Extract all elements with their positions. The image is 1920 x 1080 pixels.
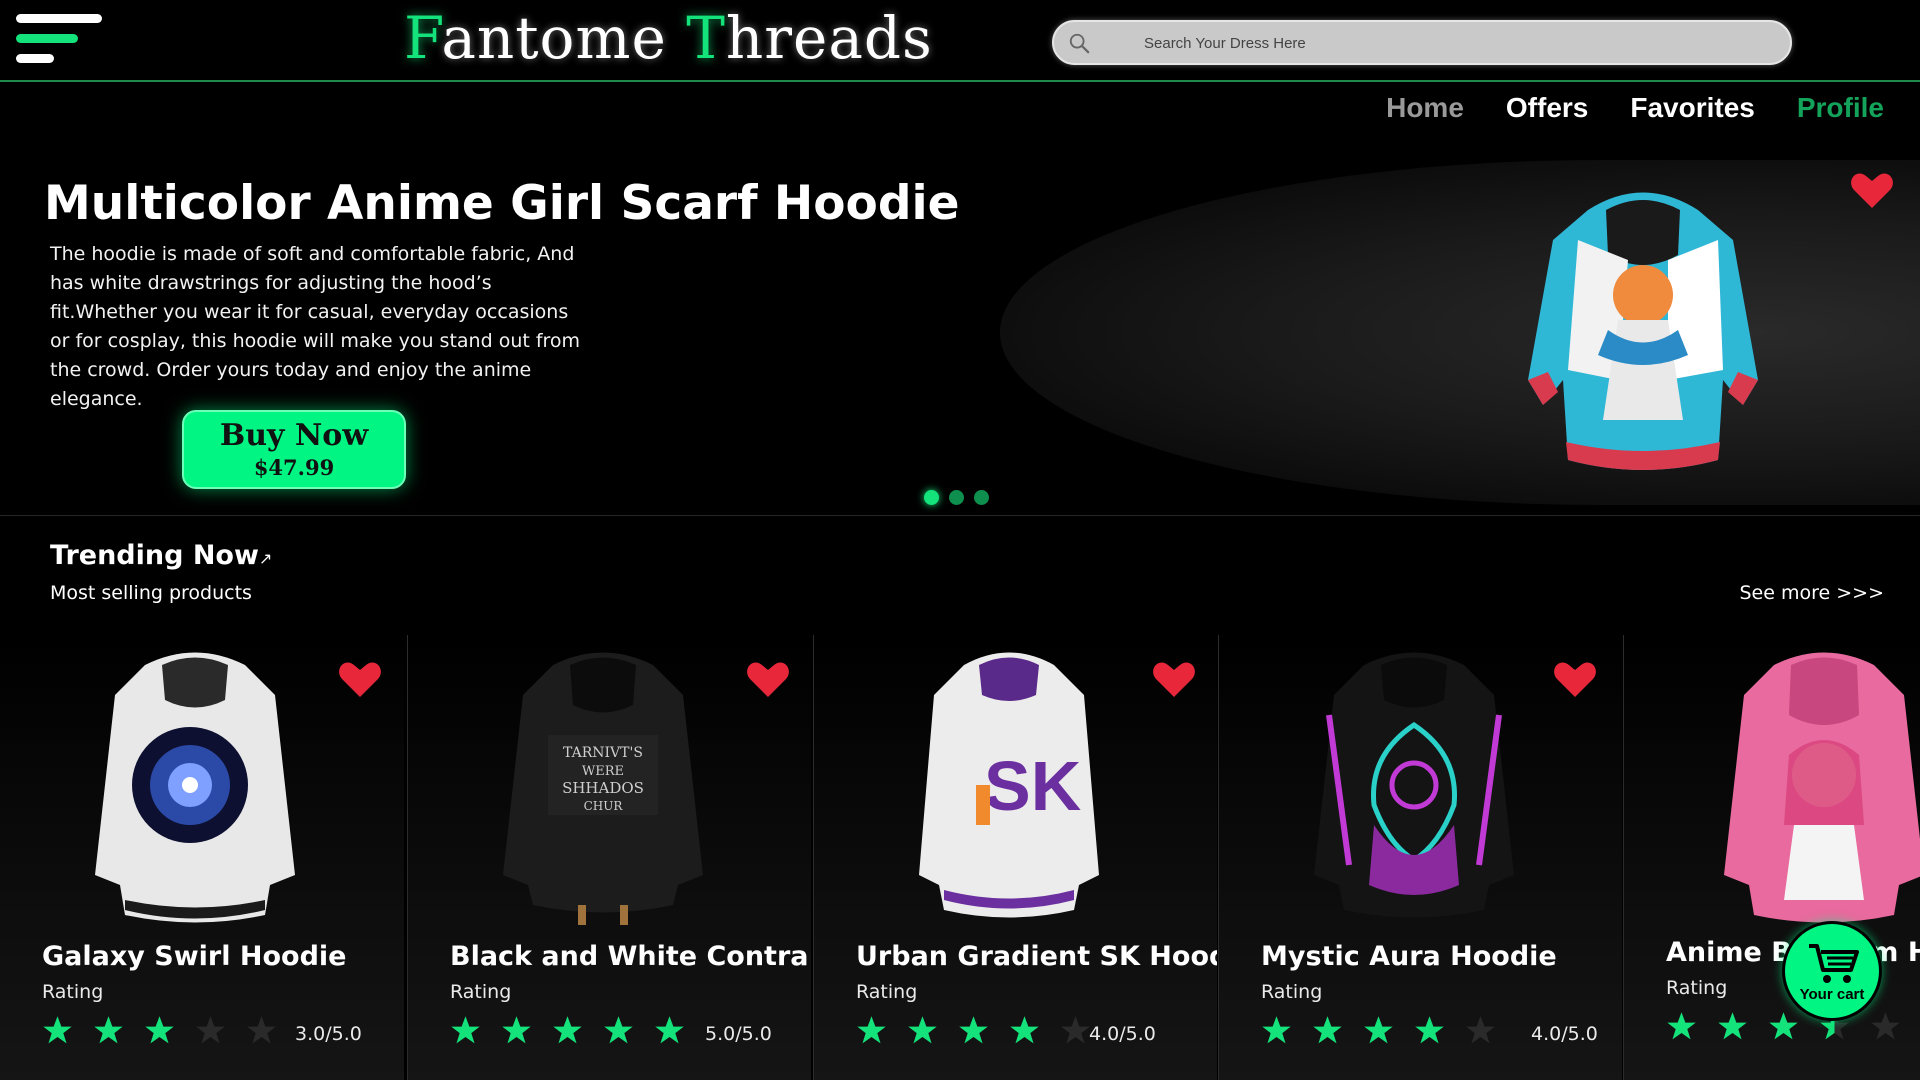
product-card[interactable]: Anime Blossom Hoodie Rating	[1623, 635, 1920, 1080]
rating-label: Rating	[42, 981, 104, 1003]
trending-subtitle: Most selling products	[50, 582, 252, 604]
star-icon	[1466, 1016, 1495, 1044]
star-icon	[1718, 1012, 1747, 1040]
star-icon	[1313, 1016, 1342, 1044]
rating-stars	[856, 1015, 1091, 1046]
product-name: Urban Gradient SK Hoodie	[856, 941, 1217, 972]
star-icon	[1364, 1016, 1393, 1044]
nav-favorites[interactable]: Favorites	[1630, 92, 1755, 124]
star-icon	[1061, 1016, 1090, 1044]
product-image: TARNIVT'S WERE SHHADOS CHUR	[503, 652, 703, 925]
cart-label: Your cart	[1799, 986, 1865, 1003]
rating-score: 4.0/5.0	[1089, 1023, 1156, 1045]
buy-now-label: Buy Now	[219, 418, 369, 453]
star-icon	[1010, 1016, 1039, 1044]
rating-label: Rating	[450, 981, 512, 1003]
star-icon	[502, 1016, 531, 1044]
hamburger-menu-icon[interactable]	[16, 14, 106, 66]
carousel-dot-3[interactable]	[974, 490, 989, 505]
rating-stars	[42, 1015, 277, 1046]
svg-text:TARNIVT'S: TARNIVT'S	[563, 745, 643, 761]
star-icon	[451, 1016, 480, 1044]
star-icon	[655, 1016, 684, 1044]
favorite-heart-icon[interactable]	[338, 659, 382, 699]
svg-text:WERE: WERE	[582, 764, 624, 779]
favorite-heart-icon[interactable]	[1152, 659, 1196, 699]
star-icon	[1262, 1016, 1291, 1044]
carousel-dot-2[interactable]	[949, 490, 964, 505]
rating-stars	[1261, 1015, 1496, 1046]
svg-text:CHUR: CHUR	[584, 799, 624, 813]
brand-logo[interactable]: Fantome Threads	[404, 4, 933, 74]
cart-button[interactable]: Your cart	[1782, 921, 1882, 1021]
rating-stars	[1666, 1011, 1901, 1042]
star-icon	[196, 1016, 225, 1044]
rating-label: Rating	[1666, 977, 1728, 999]
nav-profile[interactable]: Profile	[1797, 92, 1884, 124]
product-image	[1724, 652, 1920, 923]
star-icon	[1667, 1012, 1696, 1040]
search-icon[interactable]	[1068, 32, 1090, 54]
star-icon	[145, 1016, 174, 1044]
svg-text:SHHADOS: SHHADOS	[562, 779, 644, 797]
favorite-heart-icon[interactable]	[1850, 170, 1894, 210]
star-icon	[247, 1016, 276, 1044]
star-icon	[94, 1016, 123, 1044]
section-divider	[0, 515, 1920, 516]
hero-spotlight	[1000, 160, 1920, 505]
star-icon	[857, 1016, 886, 1044]
nav-home[interactable]: Home	[1386, 92, 1464, 124]
star-icon	[1871, 1012, 1900, 1040]
product-card[interactable]: Galaxy Swirl Hoodie Rating 3.0/5.0	[0, 635, 404, 1080]
buy-now-price: $47.99	[253, 455, 335, 480]
star-icon	[908, 1016, 937, 1044]
search-bar	[1052, 20, 1792, 65]
rating-score: 3.0/5.0	[295, 1023, 362, 1045]
product-list: Galaxy Swirl Hoodie Rating 3.0/5.0 TARNI…	[0, 635, 1920, 1080]
star-icon	[1415, 1016, 1444, 1044]
trending-title: Trending Now↗	[50, 540, 273, 571]
rating-score: 5.0/5.0	[705, 1023, 772, 1045]
rating-label: Rating	[1261, 981, 1323, 1003]
hero-description: The hoodie is made of soft and comfortab…	[50, 243, 581, 410]
hero-title: Multicolor Anime Girl Scarf Hoodie	[44, 176, 960, 231]
star-icon	[553, 1016, 582, 1044]
nav-offers[interactable]: Offers	[1506, 92, 1588, 124]
product-card[interactable]: SK Urban Gradient SK Hoodie Rating 4.0/5…	[813, 635, 1217, 1080]
buy-now-button[interactable]: Buy Now $47.99	[182, 410, 406, 489]
product-card[interactable]: TARNIVT'S WERE SHHADOS CHUR Black and Wh…	[407, 635, 811, 1080]
product-name: Black and White Contra..	[450, 941, 811, 972]
star-icon	[43, 1016, 72, 1044]
favorite-heart-icon[interactable]	[746, 659, 790, 699]
arrow-up-right-icon: ↗	[258, 549, 273, 568]
main-nav: Home Offers Favorites Profile	[1386, 92, 1884, 124]
search-input[interactable]	[1144, 28, 1744, 58]
product-image: SK	[919, 652, 1099, 918]
product-image	[1314, 652, 1514, 918]
carousel-dots	[924, 490, 989, 505]
see-more-link[interactable]: See more >>>	[1740, 582, 1885, 604]
product-image	[95, 652, 295, 923]
hero-hoodie-image	[1528, 192, 1758, 470]
star-icon	[604, 1016, 633, 1044]
carousel-dot-1[interactable]	[924, 490, 939, 505]
product-name: Galaxy Swirl Hoodie	[42, 941, 347, 972]
product-name: Mystic Aura Hoodie	[1261, 941, 1557, 972]
shopping-cart-icon	[1809, 944, 1859, 983]
top-header: Fantome Threads	[0, 0, 1920, 82]
svg-text:SK: SK	[984, 747, 1081, 825]
product-card[interactable]: Mystic Aura Hoodie Rating 4.0/5.0	[1218, 635, 1622, 1080]
rating-label: Rating	[856, 981, 918, 1003]
rating-score: 4.0/5.0	[1531, 1023, 1598, 1045]
rating-stars	[450, 1015, 685, 1046]
star-icon	[959, 1016, 988, 1044]
favorite-heart-icon[interactable]	[1553, 659, 1597, 699]
star-icon	[1769, 1012, 1798, 1040]
